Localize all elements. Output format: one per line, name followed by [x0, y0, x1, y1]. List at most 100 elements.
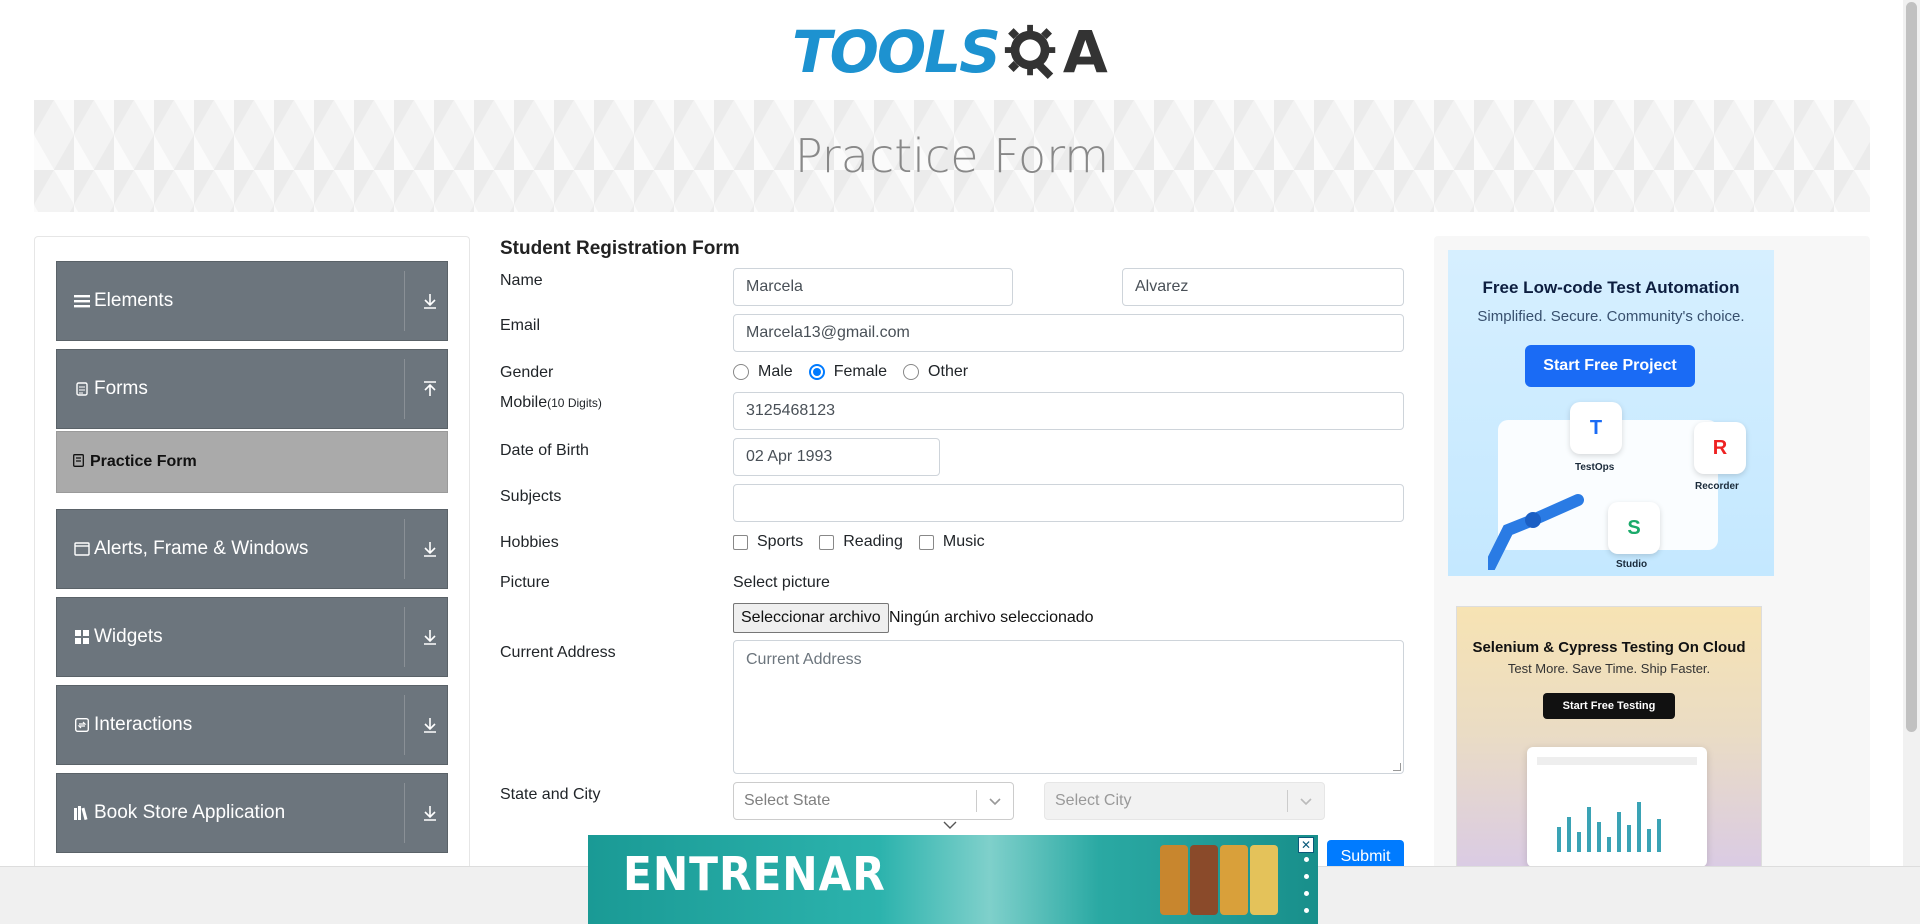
bottom-banner-ad[interactable]: ENTRENAR ✕ — [588, 835, 1318, 924]
gender-option-male[interactable]: Male — [733, 363, 793, 381]
download-arrow-icon[interactable] — [421, 292, 439, 310]
choose-file-button[interactable]: Seleccionar archivo — [733, 603, 889, 633]
ad-cta-button[interactable]: Start Free Project — [1525, 345, 1695, 387]
product-label: Recorder — [1695, 481, 1739, 492]
resize-grip-icon[interactable] — [1393, 763, 1401, 771]
ad-column: Free Low-code Test Automation Simplified… — [1434, 236, 1870, 876]
ad-headline: Free Low-code Test Automation — [1482, 278, 1740, 297]
sidebar-group-elements[interactable]: Elements — [56, 261, 448, 341]
current-address-textarea[interactable]: Current Address — [733, 640, 1404, 774]
radio-button[interactable] — [903, 364, 920, 380]
divider — [404, 359, 405, 419]
download-arrow-icon[interactable] — [421, 804, 439, 822]
radio-label: Female — [833, 363, 888, 380]
divider — [404, 271, 405, 331]
logo-text-tools: TOOLS — [792, 18, 1001, 86]
mobile-label: Mobile(10 Digits) — [500, 394, 602, 412]
ad-cta-button[interactable]: Start Free Testing — [1543, 693, 1675, 719]
download-arrow-icon[interactable] — [421, 716, 439, 734]
subjects-input[interactable] — [733, 484, 1404, 522]
ad-subline: Test More. Save Time. Ship Faster. — [1507, 661, 1711, 676]
date-of-birth-input[interactable]: 02 Apr 1993 — [733, 438, 940, 476]
recorder-logo-icon: R — [1694, 422, 1746, 474]
testops-logo-icon: T — [1570, 402, 1622, 454]
divider — [404, 783, 405, 843]
sidebar-item-practice-form[interactable]: Practice Form — [56, 431, 448, 493]
file-status-text: Ningún archivo seleccionado — [889, 609, 1094, 626]
email-label: Email — [500, 317, 541, 334]
first-name-input[interactable]: Marcela — [733, 268, 1013, 306]
radio-button[interactable] — [733, 364, 749, 380]
gender-option-other[interactable]: Other — [903, 363, 968, 381]
product-label: TestOps — [1575, 462, 1615, 473]
subjects-label: Subjects — [500, 488, 562, 505]
radio-label: Other — [928, 363, 969, 380]
download-arrow-icon[interactable] — [421, 540, 439, 558]
checkbox-label: Music — [942, 533, 985, 550]
sidebar-group-forms[interactable]: Forms — [56, 349, 448, 429]
grid-icon — [74, 629, 90, 645]
upload-arrow-icon[interactable] — [421, 380, 439, 398]
name-label: Name — [500, 272, 543, 289]
site-logo[interactable]: TOOLS A — [792, 14, 1108, 90]
close-ad-icon[interactable]: ✕ — [1298, 837, 1314, 853]
divider — [404, 519, 405, 579]
sidebar-group-label: Alerts, Frame & Windows — [94, 538, 309, 559]
sidebar-group-label: Forms — [94, 378, 148, 399]
chevron-down-icon[interactable] — [943, 818, 957, 832]
ad-dashboard-illustration — [1527, 747, 1707, 867]
checkbox[interactable] — [819, 534, 835, 550]
gear-magnifier-icon — [1004, 24, 1056, 80]
mobile-input[interactable]: 3125468123 — [733, 392, 1404, 430]
hobby-option-reading[interactable]: Reading — [819, 533, 903, 551]
sidebar-group-book-store[interactable]: Book Store Application — [56, 773, 448, 853]
ad-lambdatest[interactable]: Selenium & Cypress Testing On Cloud Test… — [1456, 606, 1762, 876]
divider — [404, 607, 405, 667]
ad-headline: Selenium & Cypress Testing On Cloud — [1472, 639, 1746, 656]
last-name-input[interactable]: Alvarez — [1122, 268, 1404, 306]
city-select[interactable]: Select City — [1044, 782, 1325, 820]
page-scrollbar[interactable] — [1903, 0, 1920, 866]
logo-text-a: A — [1062, 18, 1108, 86]
hobby-option-sports[interactable]: Sports — [733, 533, 803, 551]
sidebar-group-alerts[interactable]: Alerts, Frame & Windows — [56, 509, 448, 589]
product-pack-image — [1160, 845, 1188, 915]
product-pack-image — [1250, 845, 1278, 915]
document-icon — [74, 381, 90, 397]
ad-katalon[interactable]: Free Low-code Test Automation Simplified… — [1448, 250, 1774, 576]
checkbox[interactable] — [733, 534, 748, 550]
checkbox-label: Reading — [843, 533, 903, 550]
divider — [404, 695, 405, 755]
sidebar-group-label: Elements — [94, 290, 174, 311]
email-input[interactable]: Marcela13@gmail.com — [733, 314, 1404, 352]
checkbox-label: Sports — [757, 533, 804, 550]
download-arrow-icon[interactable] — [421, 628, 439, 646]
sidebar-group-label: Widgets — [94, 626, 163, 647]
sidebar-group-interactions[interactable]: Interactions — [56, 685, 448, 765]
gender-option-female[interactable]: Female — [808, 363, 888, 381]
state-select[interactable]: Select State — [733, 782, 1014, 820]
chevron-down-icon — [977, 793, 1013, 809]
ad-menu-dots-icon[interactable] — [1304, 857, 1310, 913]
dob-label: Date of Birth — [500, 442, 589, 459]
form-icon — [73, 454, 84, 470]
checkbox[interactable] — [918, 534, 934, 550]
gender-radio-group: Male Female Other — [733, 363, 984, 381]
chevron-down-icon — [1288, 793, 1324, 809]
select-picture-caption: Select picture — [733, 574, 830, 591]
ad-subline: Simplified. Secure. Community's choice. — [1477, 308, 1745, 325]
window-icon — [74, 541, 90, 557]
mobile-label-text: Mobile — [500, 394, 548, 411]
books-icon — [74, 805, 90, 821]
hobby-option-music[interactable]: Music — [918, 533, 985, 551]
sidebar-group-widgets[interactable]: Widgets — [56, 597, 448, 677]
picture-label: Picture — [500, 574, 550, 591]
scrollbar-thumb[interactable] — [1906, 2, 1917, 732]
sidebar: Elements Forms Practice Form Alerts, Fra… — [34, 236, 470, 876]
city-select-value: Select City — [1055, 792, 1132, 809]
gender-label: Gender — [500, 364, 554, 381]
robot-arm-icon — [1488, 494, 1584, 570]
page-banner: Practice Form — [34, 100, 1870, 212]
interactions-icon — [74, 717, 90, 733]
radio-button-selected[interactable] — [808, 364, 825, 380]
